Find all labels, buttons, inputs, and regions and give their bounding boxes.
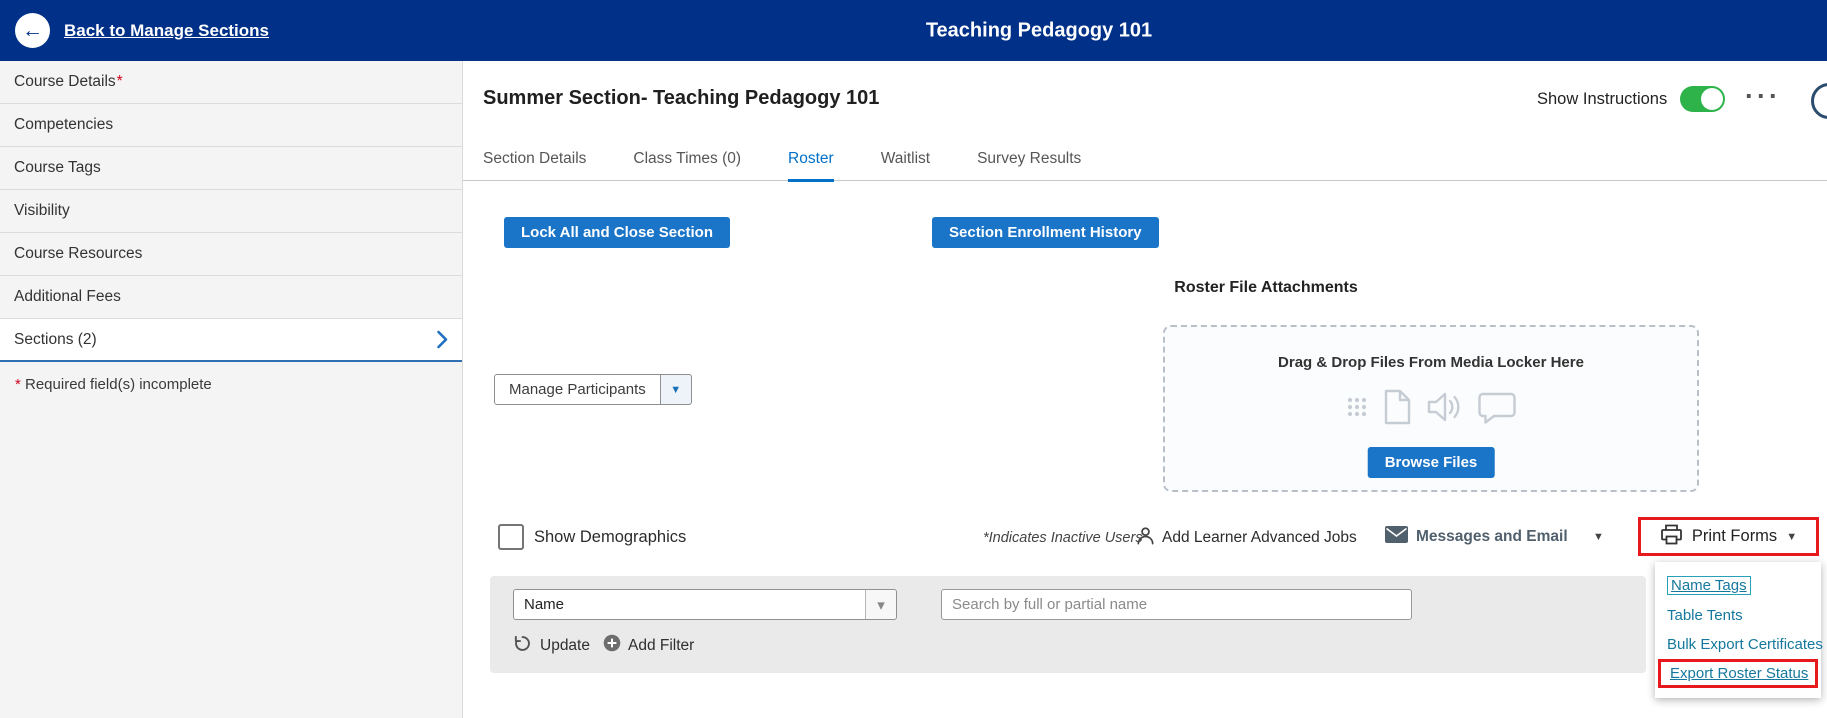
file-dropzone[interactable]: Drag & Drop Files From Media Locker Here	[1163, 325, 1699, 492]
roster-filter-panel: Name ▾ Update Add Filter	[490, 576, 1646, 673]
add-learner-advanced-jobs-button[interactable]: Add Learner Advanced Jobs	[1135, 525, 1357, 551]
course-nav-sidebar: Course Details* Competencies Course Tags…	[0, 61, 463, 718]
tab-roster[interactable]: Roster	[788, 150, 834, 182]
select-chevron-icon: ▾	[865, 590, 896, 619]
manage-participants-control: Manage Participants ▼	[494, 374, 692, 405]
inactive-users-note: *Indicates Inactive Users	[983, 530, 1143, 546]
page-title: Teaching Pedagogy 101	[926, 19, 1152, 42]
browse-files-button[interactable]: Browse Files	[1368, 447, 1495, 478]
chevron-right-icon	[436, 330, 448, 349]
plus-circle-icon	[603, 634, 621, 657]
filter-field-value: Name	[514, 596, 564, 613]
drag-handle-icon	[1346, 395, 1368, 424]
sidebar-item-label: Visibility	[14, 202, 70, 220]
print-forms-menu: Name Tags Table Tents Bulk Export Certif…	[1655, 562, 1821, 698]
caret-down-icon: ▼	[670, 384, 681, 396]
top-bar: ← Back to Manage Sections Teaching Pedag…	[0, 0, 1827, 61]
sidebar-item-label: Course Details	[14, 73, 116, 91]
required-fields-note: * Required field(s) incomplete	[0, 362, 462, 407]
print-forms-caret-icon: ▼	[1786, 531, 1797, 543]
chat-bubble-icon	[1477, 391, 1517, 429]
back-to-manage-sections-link[interactable]: Back to Manage Sections	[64, 21, 269, 41]
name-search-input[interactable]	[941, 589, 1412, 620]
print-forms-label: Print Forms	[1692, 527, 1777, 546]
more-options-icon[interactable]: ···	[1745, 81, 1781, 112]
messages-and-email-button[interactable]: Messages and Email	[1385, 526, 1568, 548]
filter-field-select[interactable]: Name ▾	[513, 589, 897, 620]
roster-file-attachments-heading: Roster File Attachments	[1174, 279, 1357, 297]
tab-class-times[interactable]: Class Times (0)	[633, 150, 741, 182]
sidebar-item-label: Additional Fees	[14, 288, 121, 306]
add-filter-button[interactable]: Add Filter	[603, 634, 694, 657]
print-forms-button[interactable]: Print Forms ▼	[1641, 520, 1816, 553]
menu-item-export-roster-status[interactable]: Export Roster Status	[1661, 662, 1815, 685]
envelope-icon	[1385, 526, 1408, 548]
annotation-highlight-export-roster-status: Export Roster Status	[1658, 659, 1818, 688]
menu-item-label: Name Tags	[1667, 576, 1751, 595]
toggle-knob	[1701, 88, 1723, 110]
sidebar-item-label: Course Tags	[14, 159, 101, 177]
required-asterisk: *	[117, 73, 123, 91]
manage-participants-dropdown-toggle[interactable]: ▼	[661, 374, 692, 405]
sidebar-item-course-tags[interactable]: Course Tags	[0, 147, 462, 190]
sidebar-item-label: Sections (2)	[14, 331, 97, 349]
app-window: ← Back to Manage Sections Teaching Pedag…	[0, 0, 1827, 718]
dropzone-instruction: Drag & Drop Files From Media Locker Here	[1165, 354, 1697, 371]
update-label: Update	[540, 637, 590, 655]
annotation-highlight-print-forms: Print Forms ▼	[1638, 517, 1819, 556]
audio-icon	[1426, 391, 1462, 428]
menu-item-table-tents[interactable]: Table Tents	[1655, 601, 1821, 630]
sidebar-item-label: Competencies	[14, 116, 113, 134]
show-demographics-checkbox[interactable]	[498, 524, 524, 550]
sidebar-item-sections[interactable]: Sections (2)	[0, 319, 462, 362]
section-enrollment-history-button[interactable]: Section Enrollment History	[932, 217, 1159, 248]
show-instructions-toggle[interactable]	[1680, 86, 1725, 112]
file-icon	[1383, 389, 1411, 430]
sidebar-item-competencies[interactable]: Competencies	[0, 104, 462, 147]
back-arrow-icon: ←	[22, 19, 43, 43]
main-content: Summer Section- Teaching Pedagogy 101 Sh…	[463, 61, 1827, 718]
printer-icon	[1660, 524, 1683, 550]
help-button[interactable]	[1811, 83, 1827, 119]
show-demographics-label: Show Demographics	[534, 528, 686, 547]
tab-survey-results[interactable]: Survey Results	[977, 150, 1081, 182]
manage-participants-button[interactable]: Manage Participants	[494, 374, 661, 405]
add-learner-icon	[1135, 525, 1156, 551]
update-button[interactable]: Update	[513, 634, 590, 658]
add-filter-label: Add Filter	[628, 637, 694, 655]
show-instructions-label: Show Instructions	[1537, 90, 1667, 109]
required-note-text: Required field(s) incomplete	[21, 376, 212, 393]
sidebar-item-label: Course Resources	[14, 245, 142, 263]
add-learner-label: Add Learner Advanced Jobs	[1162, 529, 1357, 547]
section-tabs: Section Details Class Times (0) Roster W…	[463, 141, 1827, 181]
back-button[interactable]: ←	[15, 13, 50, 48]
messages-dropdown-caret-icon[interactable]: ▼	[1593, 531, 1604, 543]
sidebar-item-visibility[interactable]: Visibility	[0, 190, 462, 233]
dropzone-icons	[1165, 389, 1697, 430]
menu-item-name-tags[interactable]: Name Tags	[1655, 570, 1821, 601]
menu-item-bulk-export-certificates[interactable]: Bulk Export Certificates	[1655, 630, 1821, 659]
tab-waitlist[interactable]: Waitlist	[881, 150, 930, 182]
tab-section-details[interactable]: Section Details	[483, 150, 586, 182]
section-page-title: Summer Section- Teaching Pedagogy 101	[483, 87, 879, 110]
sidebar-item-additional-fees[interactable]: Additional Fees	[0, 276, 462, 319]
lock-and-close-section-button[interactable]: Lock All and Close Section	[504, 217, 730, 248]
messages-and-email-label: Messages and Email	[1416, 528, 1568, 546]
sidebar-item-course-details[interactable]: Course Details*	[0, 61, 462, 104]
sidebar-item-course-resources[interactable]: Course Resources	[0, 233, 462, 276]
refresh-icon	[513, 634, 532, 658]
